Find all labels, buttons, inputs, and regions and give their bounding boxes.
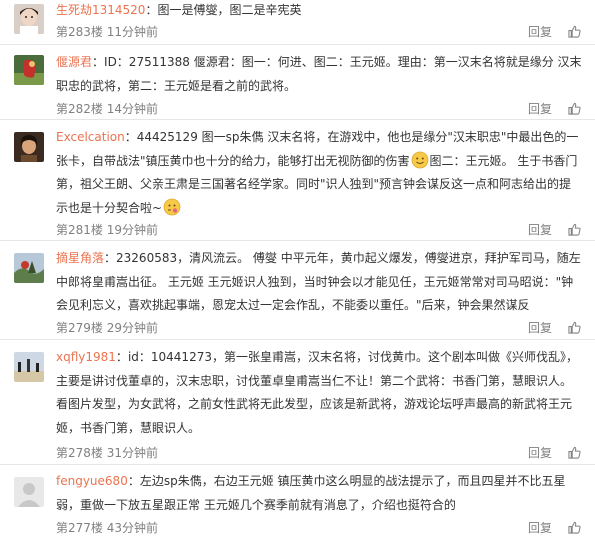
username-link[interactable]: 偃源君 (56, 55, 92, 69)
avatar[interactable] (14, 132, 44, 162)
reply-button[interactable]: 回复 (528, 221, 552, 238)
comment-actions: 回复 (528, 319, 585, 336)
smile-emoji-icon (411, 151, 428, 168)
comment-body: 23260583，清风流云。 傅燮 中平元年，黄巾起义爆发，傅燮进京，拜护军司马… (56, 251, 581, 312)
comment-meta: 第279楼 29分钟前 (56, 319, 158, 336)
like-button[interactable] (568, 521, 585, 534)
comment-meta: 第283楼 11分钟前 (56, 23, 158, 40)
comment-body: ID：27511388 偃源君：图一：何进、图二：王元姬。理由：第一汉末名将就是… (56, 55, 582, 93)
comment-text: Excelcation：44425129 图一sp朱儁 汉末名将，在游戏中，他也… (56, 126, 583, 220)
like-button[interactable] (568, 446, 585, 459)
comment-meta: 第277楼 43分钟前 (56, 519, 158, 536)
floor-number: 第281楼 (56, 223, 103, 237)
avatar[interactable] (14, 253, 44, 283)
comment-actions: 回复 (528, 100, 585, 117)
thumbs-up-icon (568, 521, 581, 534)
reply-button[interactable]: 回复 (528, 100, 552, 117)
comment-item: fengyue680：左边sp朱儁，右边王元姬 镇压黄巾这么明显的战法提示了，而… (0, 465, 595, 538)
avatar[interactable] (14, 55, 44, 85)
comment-item: xqfly1981：id：10441273，第一张皇甫嵩，汉末名将，讨伐黄巾。这… (0, 340, 595, 465)
username-link[interactable]: xqfly1981 (56, 350, 116, 364)
timestamp: 29分钟前 (106, 321, 159, 335)
reply-button[interactable]: 回复 (528, 519, 552, 536)
comment-actions: 回复 (528, 444, 585, 461)
comment-meta: 第281楼 19分钟前 (56, 221, 158, 238)
timestamp: 31分钟前 (106, 446, 159, 460)
thumbs-up-icon (568, 25, 581, 38)
comment-text: fengyue680：左边sp朱儁，右边王元姬 镇压黄巾这么明显的战法提示了，而… (56, 470, 583, 517)
comment-body: id：10441273，第一张皇甫嵩，汉末名将，讨伐黄巾。这个剧本叫做《兴师伐乱… (56, 350, 578, 435)
avatar[interactable] (14, 4, 44, 34)
comment-colon: ： (104, 251, 117, 265)
comment-colon: ： (115, 350, 128, 364)
comment-text: xqfly1981：id：10441273，第一张皇甫嵩，汉末名将，讨伐黄巾。这… (56, 346, 583, 440)
timestamp: 19分钟前 (106, 223, 159, 237)
comment-actions: 回复 (528, 519, 585, 536)
comment-item: 生死劫1314520：图一是傅燮，图二是辛宪英 第283楼 11分钟前 回复 (0, 0, 595, 45)
avatar[interactable] (14, 477, 44, 507)
floor-number: 第283楼 (56, 25, 103, 39)
reply-button[interactable]: 回复 (528, 444, 552, 461)
comment-meta: 第282楼 14分钟前 (56, 100, 158, 117)
username-link[interactable]: 摘星角落 (56, 251, 104, 265)
timestamp: 14分钟前 (106, 102, 159, 116)
avatar[interactable] (14, 352, 44, 382)
comment-actions: 回复 (528, 23, 585, 40)
thumbs-up-icon (568, 223, 581, 236)
reply-button[interactable]: 回复 (528, 23, 552, 40)
username-link[interactable]: fengyue680 (56, 474, 128, 488)
like-button[interactable] (568, 321, 585, 334)
thumbs-up-icon (568, 102, 581, 115)
username-link[interactable]: 生死劫1314520 (56, 3, 145, 17)
comment-actions: 回复 (528, 221, 585, 238)
reply-button[interactable]: 回复 (528, 319, 552, 336)
comment-body: 图一是傅燮，图二是辛宪英 (157, 3, 302, 17)
floor-number: 第278楼 (56, 446, 103, 460)
timestamp: 43分钟前 (106, 521, 159, 535)
comment-item: 偃源君：ID：27511388 偃源君：图一：何进、图二：王元姬。理由：第一汉末… (0, 45, 595, 120)
comment-item: Excelcation：44425129 图一sp朱儁 汉末名将，在游戏中，他也… (0, 120, 595, 241)
floor-number: 第282楼 (56, 102, 103, 116)
like-button[interactable] (568, 25, 585, 38)
timestamp: 11分钟前 (106, 25, 159, 39)
floor-number: 第277楼 (56, 521, 103, 535)
comment-item: 摘星角落：23260583，清风流云。 傅燮 中平元年，黄巾起义爆发，傅燮进京，… (0, 241, 595, 340)
comment-text: 摘星角落：23260583，清风流云。 傅燮 中平元年，黄巾起义爆发，傅燮进京，… (56, 247, 583, 318)
thumbs-up-icon (568, 446, 581, 459)
comment-feed: 生死劫1314520：图一是傅燮，图二是辛宪英 第283楼 11分钟前 回复 偃… (0, 0, 595, 538)
comment-colon: ： (124, 130, 137, 144)
comment-colon: ： (92, 55, 105, 69)
thumbs-up-icon (568, 321, 581, 334)
floor-number: 第279楼 (56, 321, 103, 335)
comment-text: 生死劫1314520：图一是傅燮，图二是辛宪英 (56, 0, 583, 23)
like-button[interactable] (568, 223, 585, 236)
comment-colon: ： (145, 3, 158, 17)
comment-colon: ： (127, 474, 140, 488)
comment-meta: 第278楼 31分钟前 (56, 444, 158, 461)
username-link[interactable]: Excelcation (56, 130, 125, 144)
thinking-emoji-icon (163, 198, 181, 215)
like-button[interactable] (568, 102, 585, 115)
comment-text: 偃源君：ID：27511388 偃源君：图一：何进、图二：王元姬。理由：第一汉末… (56, 51, 583, 98)
